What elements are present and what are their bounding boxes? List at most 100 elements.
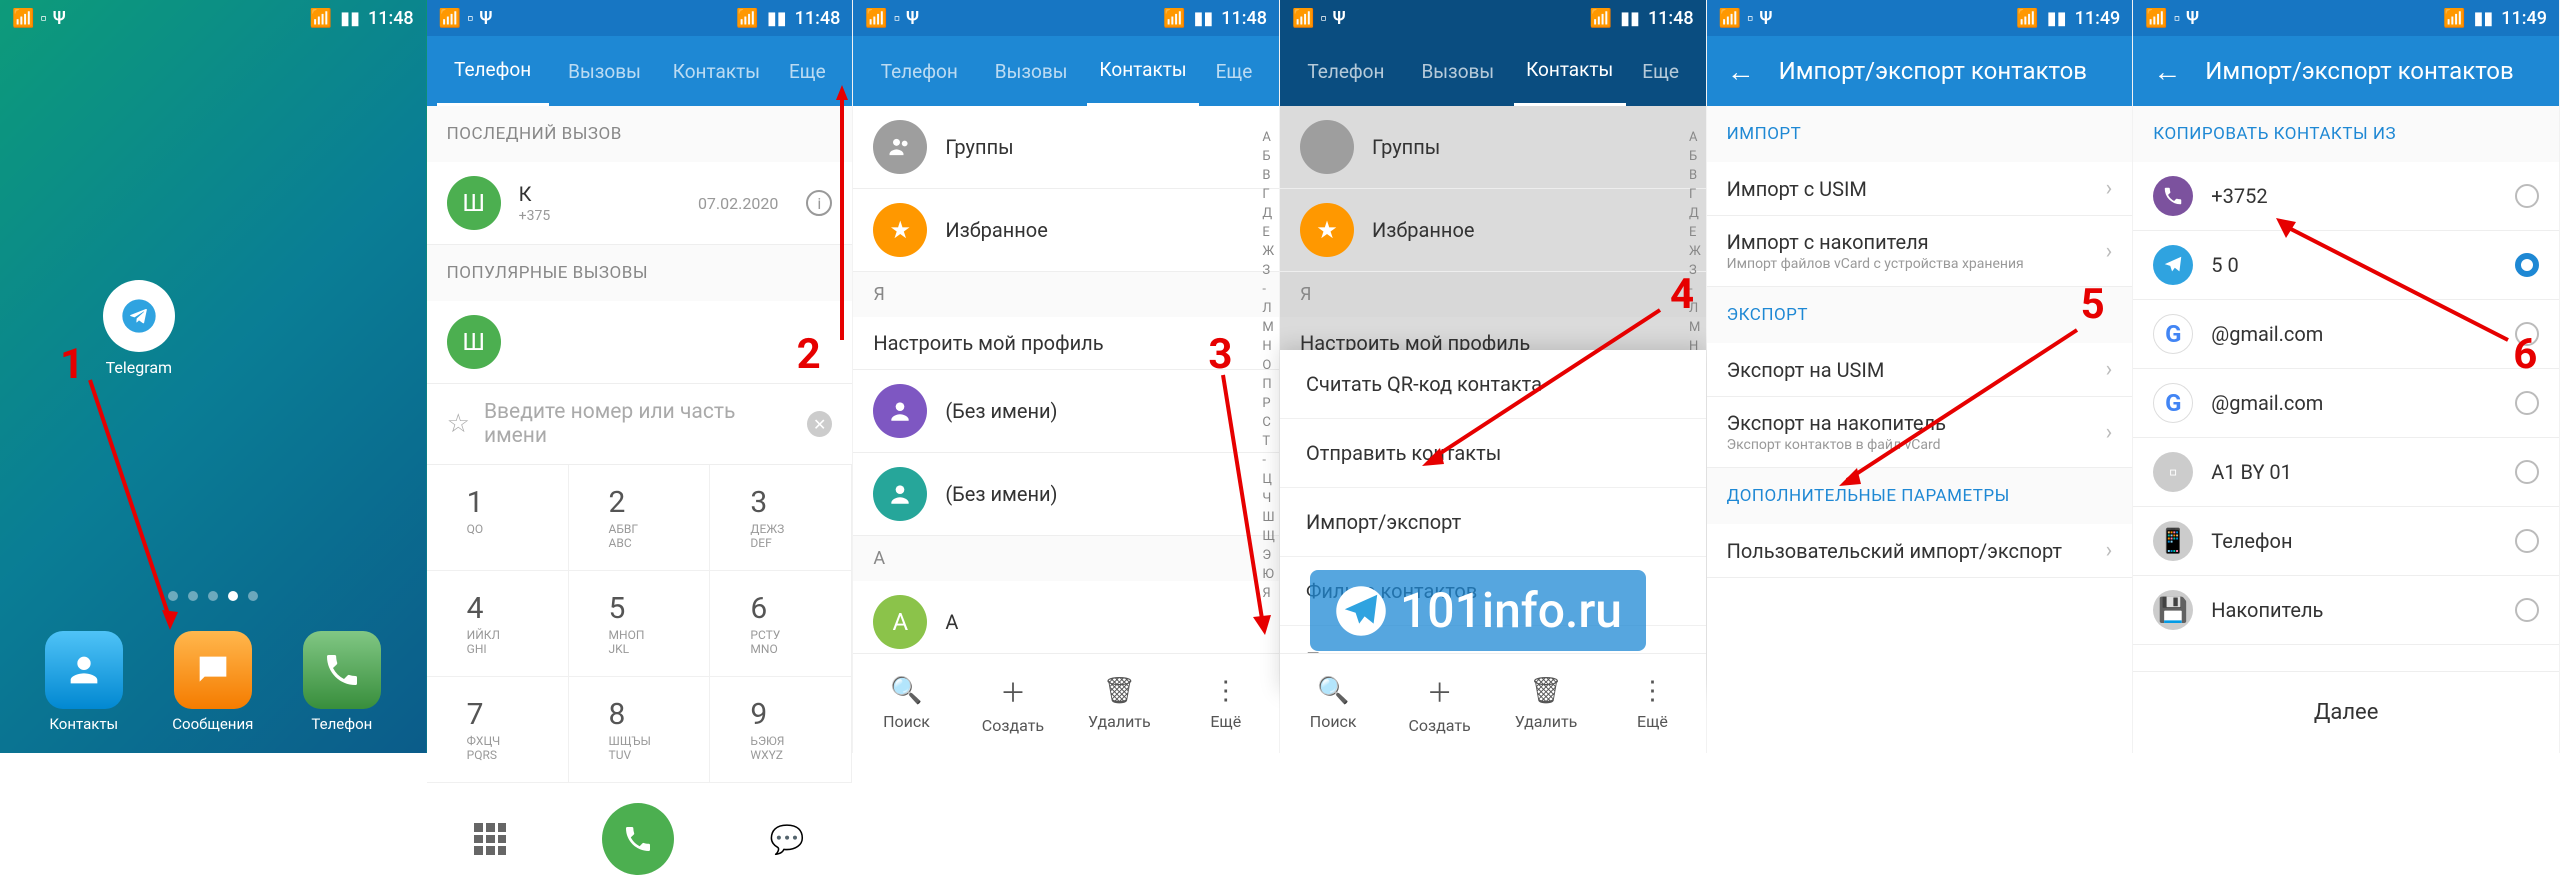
recent-header: ПОСЛЕДНИЙ ВЫЗОВ xyxy=(427,106,853,162)
key-5[interactable]: 5МНОПJKL xyxy=(569,571,711,677)
arrow-1 xyxy=(80,370,190,650)
next-button[interactable]: Далее xyxy=(2133,671,2559,753)
tab-phone[interactable]: Телефон xyxy=(863,38,975,105)
panel-import-export: 📶▫Ψ 📶▮▮ 11:49 ← Импорт/экспорт контактов… xyxy=(1707,0,2134,753)
tab-contacts[interactable]: Контакты xyxy=(1514,36,1626,106)
contact-name: К xyxy=(519,182,680,206)
radio-button[interactable] xyxy=(2515,391,2539,415)
action-more[interactable]: ⋮Ещё xyxy=(1599,654,1705,753)
sms-icon[interactable]: 💬 xyxy=(770,823,805,856)
tab-contacts[interactable]: Контакты xyxy=(1087,36,1199,106)
action-search[interactable]: 🔍Поиск xyxy=(853,654,959,753)
title-bar: ← Импорт/экспорт контактов xyxy=(1707,36,2133,106)
source-sim[interactable]: ▫ A1 BY 01 xyxy=(2133,438,2559,507)
key-8[interactable]: 8ШЩЪЫTUV xyxy=(569,677,711,783)
call-button[interactable] xyxy=(602,803,674,875)
action-create[interactable]: ＋Создать xyxy=(960,654,1066,753)
chevron-right-icon: › xyxy=(2106,176,2113,201)
action-search[interactable]: 🔍Поиск xyxy=(1280,654,1386,753)
contact-number: +375 xyxy=(519,208,680,224)
dialpad-toggle-icon[interactable] xyxy=(474,823,506,855)
wifi-icon: 📶 xyxy=(310,8,332,29)
source-storage[interactable]: 💾 Накопитель xyxy=(2133,576,2559,645)
key-3[interactable]: 3ДЕЖЗDEF xyxy=(710,465,852,571)
status-bar: 📶▫Ψ 📶▮▮ 11:48 xyxy=(1280,0,1706,36)
tab-contacts[interactable]: Контакты xyxy=(660,38,772,105)
status-time: 11:48 xyxy=(795,8,841,29)
search-icon: 🔍 xyxy=(890,676,922,706)
bottom-actions: 🔍Поиск ＋Создать 🗑Удалить ⋮Ещё xyxy=(1280,653,1706,753)
clear-icon[interactable]: ✕ xyxy=(807,411,832,437)
telegram-app[interactable]: Telegram xyxy=(103,280,175,377)
arrow-4 xyxy=(1410,300,1680,480)
annotation-2: 2 xyxy=(797,330,821,379)
action-delete[interactable]: 🗑Удалить xyxy=(1066,654,1172,753)
tab-phone[interactable]: Телефон xyxy=(1290,38,1402,105)
info-icon[interactable]: i xyxy=(806,190,832,216)
search-placeholder: Введите номер или часть имени xyxy=(484,400,793,448)
dock-phone-label: Телефон xyxy=(303,715,381,733)
radio-button[interactable] xyxy=(2515,598,2539,622)
key-2[interactable]: 2АБВГABC xyxy=(569,465,711,571)
title-bar: ← Импорт/экспорт контактов xyxy=(2133,36,2559,106)
person-icon xyxy=(873,467,927,521)
page-title: Импорт/экспорт контактов xyxy=(1779,57,2087,85)
call-date: 07.02.2020 xyxy=(698,194,778,213)
status-bar: 📶▫Ψ 📶▮▮ 11:48 xyxy=(853,0,1279,36)
popular-header: ПОПУЛЯРНЫЕ ВЫЗОВЫ xyxy=(427,245,853,301)
action-more[interactable]: ⋮Ещё xyxy=(1173,654,1279,753)
profile-label: Настроить мой профиль xyxy=(873,331,1259,355)
tab-more[interactable]: Еще xyxy=(1199,38,1269,105)
source-google-2[interactable]: G @gmail.com xyxy=(2133,369,2559,438)
key-6[interactable]: 6РСТУMNO xyxy=(710,571,852,677)
search-row[interactable]: ☆ Введите номер или часть имени ✕ xyxy=(427,384,853,465)
popular-call-row[interactable]: Ш xyxy=(427,301,853,384)
annotation-1: 1 xyxy=(60,340,84,389)
recent-call-row[interactable]: Ш К +375 07.02.2020 i xyxy=(427,162,853,245)
radio-button[interactable] xyxy=(2515,253,2539,277)
star-icon[interactable]: ☆ xyxy=(447,409,470,439)
phone-storage-icon: 📱 xyxy=(2153,521,2193,561)
tab-more[interactable]: Еще xyxy=(1626,38,1696,105)
groups-row[interactable]: Группы xyxy=(853,106,1279,189)
status-time: 11:48 xyxy=(1221,8,1267,29)
key-4[interactable]: 4ИЙКЛGHI xyxy=(427,571,569,677)
more-icon: ⋮ xyxy=(1213,676,1239,706)
status-time: 11:49 xyxy=(2501,8,2547,29)
tab-phone[interactable]: Телефон xyxy=(437,36,549,106)
tab-calls[interactable]: Вызовы xyxy=(975,38,1087,105)
chevron-right-icon: › xyxy=(2106,538,2113,563)
contact-avatar: A xyxy=(873,595,927,649)
back-icon[interactable]: ← xyxy=(2153,55,2181,88)
chevron-right-icon: › xyxy=(2106,239,2113,264)
back-icon[interactable]: ← xyxy=(1727,55,1755,88)
status-time: 11:48 xyxy=(1648,8,1694,29)
import-usim-row[interactable]: Импорт с USIM › xyxy=(1707,162,2133,216)
storage-icon: 💾 xyxy=(2153,590,2193,630)
groups-row: Группы xyxy=(1280,106,1706,189)
menu-import-export[interactable]: Импорт/экспорт xyxy=(1280,488,1706,557)
panel-home: 📶 ▫ Ψ 📶 ▮▮ 11:48 Telegram Контакты Сообщ… xyxy=(0,0,427,753)
radio-button[interactable] xyxy=(2515,529,2539,553)
key-1[interactable]: 1QO xyxy=(427,465,569,571)
key-9[interactable]: 9ЬЭЮЯWXYZ xyxy=(710,677,852,783)
letter-ya: Я xyxy=(853,272,1279,317)
custom-import-export-row[interactable]: Пользовательский импорт/экспорт › xyxy=(1707,524,2133,578)
star-icon: ★ xyxy=(1300,203,1354,257)
source-phone[interactable]: 📱 Телефон xyxy=(2133,507,2559,576)
watermark-text: 101info.ru xyxy=(1400,582,1622,639)
tab-calls[interactable]: Вызовы xyxy=(549,38,661,105)
key-7[interactable]: 7ФХЦЧPQRS xyxy=(427,677,569,783)
plus-icon: ＋ xyxy=(1000,673,1026,710)
radio-button[interactable] xyxy=(2515,184,2539,208)
favorites-row[interactable]: ★ Избранное xyxy=(853,189,1279,272)
dock-phone[interactable]: Телефон xyxy=(303,631,381,733)
star-icon: ★ xyxy=(873,203,927,257)
annotation-3: 3 xyxy=(1208,330,1232,379)
tab-calls[interactable]: Вызовы xyxy=(1402,38,1514,105)
radio-button[interactable] xyxy=(2515,460,2539,484)
import-storage-row[interactable]: Импорт с накопителя Импорт файлов vCard … xyxy=(1707,216,2133,287)
sim-icon: ▫ xyxy=(40,8,46,29)
action-delete[interactable]: 🗑Удалить xyxy=(1493,654,1599,753)
action-create[interactable]: ＋Создать xyxy=(1386,654,1492,753)
